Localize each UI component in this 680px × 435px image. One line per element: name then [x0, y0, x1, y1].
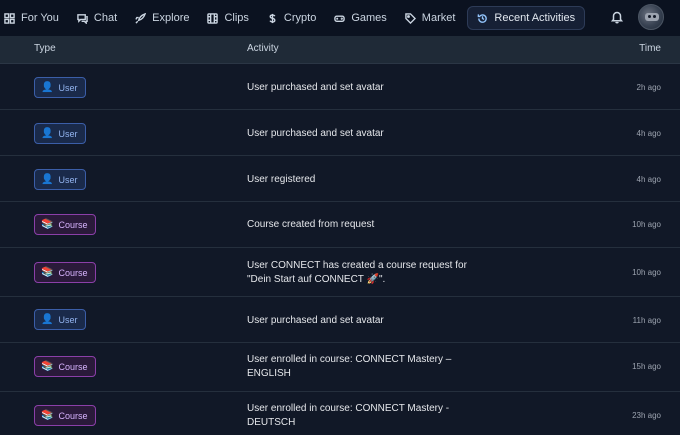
activity-text: User purchased and set avatar [247, 128, 384, 139]
activity-text: User CONNECT has created a course reques… [247, 260, 467, 285]
activity-text: User enrolled in course: CONNECT Mastery… [247, 354, 452, 379]
books-icon: 📚 [41, 360, 54, 372]
badge-label: User [58, 82, 78, 93]
table-row: 👤 User User purchased and set avatar 4h … [0, 110, 680, 156]
rocket-icon [135, 12, 147, 24]
tag-icon [405, 12, 416, 24]
time-text: 10h ago [632, 220, 661, 229]
table-row: 📚 Course User enrolled in course: CONNEC… [0, 343, 680, 392]
activity-text: User purchased and set avatar [247, 82, 384, 93]
badge-label: Course [58, 361, 88, 372]
badge-label: Course [58, 267, 88, 278]
table-row: 👤 User User purchased and set avatar 11h… [0, 297, 680, 343]
nav-label: Explore [152, 12, 190, 24]
badge-label: Course [58, 410, 88, 421]
table-row: 📚 Course Course created from request 10h… [0, 202, 680, 248]
activity-text: User purchased and set avatar [247, 315, 384, 326]
badge-label: User [58, 314, 78, 325]
nav-tabs: For You Chat Explore Clips Crypto Games … [0, 0, 586, 36]
table-row: 📚 Course User enrolled in course: CONNEC… [0, 392, 680, 435]
history-icon [477, 13, 488, 24]
header-type: Type [34, 43, 56, 54]
nav-explore[interactable]: Explore [126, 6, 198, 30]
user-icon: 👤 [41, 127, 54, 139]
activity-text: User registered [247, 174, 316, 185]
activity-text: Course created from request [247, 219, 375, 230]
nav-crypto[interactable]: Crypto [258, 6, 325, 30]
time-text: 4h ago [636, 175, 661, 184]
time-text: 2h ago [636, 83, 661, 92]
books-icon: 📚 [41, 409, 54, 421]
type-badge-user[interactable]: 👤 User [34, 77, 87, 98]
type-badge-user[interactable]: 👤 User [34, 123, 87, 144]
nav-label: Market [421, 12, 456, 24]
dollar-icon [267, 13, 278, 24]
nav-label: Games [351, 12, 387, 24]
user-icon: 👤 [41, 81, 54, 93]
nav-label: For You [21, 12, 59, 24]
avatar-eye [648, 15, 651, 18]
books-icon: 📚 [41, 266, 54, 278]
books-icon: 📚 [41, 218, 54, 230]
badge-label: User [58, 128, 78, 139]
avatar-eye [653, 15, 656, 18]
type-badge-course[interactable]: 📚 Course [34, 262, 97, 283]
table-row: 👤 User User purchased and set avatar 2h … [0, 64, 680, 110]
time-text: 10h ago [632, 268, 661, 277]
nav-label: Chat [93, 12, 118, 24]
time-text: 11h ago [632, 316, 661, 325]
type-badge-course[interactable]: 📚 Course [34, 214, 97, 235]
header-activity: Activity [247, 43, 279, 54]
time-text: 4h ago [636, 129, 661, 138]
time-text: 15h ago [632, 362, 661, 371]
type-badge-user[interactable]: 👤 User [34, 309, 87, 330]
top-navigation-bar: For You Chat Explore Clips Crypto Games … [0, 0, 680, 36]
badge-label: User [58, 174, 78, 185]
table-header: Type Activity Time [0, 36, 680, 64]
user-avatar[interactable] [638, 4, 664, 30]
type-badge-course[interactable]: 📚 Course [34, 356, 97, 377]
nav-label: Clips [224, 12, 249, 24]
notification-bell-icon[interactable] [610, 10, 624, 24]
nav-recent-activities[interactable]: Recent Activities [467, 6, 586, 30]
type-badge-course[interactable]: 📚 Course [34, 405, 97, 426]
user-icon: 👤 [41, 313, 54, 325]
chat-icon [77, 13, 88, 24]
table-row: 📚 Course User CONNECT has created a cour… [0, 248, 680, 297]
gamepad-icon [334, 13, 346, 24]
nav-clips[interactable]: Clips [198, 6, 257, 30]
header-time: Time [639, 43, 661, 54]
grid-icon [4, 12, 15, 24]
film-icon [207, 12, 219, 24]
nav-chat[interactable]: Chat [68, 6, 126, 30]
nav-market[interactable]: Market [396, 6, 465, 30]
badge-label: Course [58, 219, 88, 230]
type-badge-user[interactable]: 👤 User [34, 169, 87, 190]
nav-for-you[interactable]: For You [0, 6, 68, 30]
nav-label: Recent Activities [494, 12, 576, 24]
activity-table-body: 👤 User User purchased and set avatar 2h … [0, 64, 680, 435]
nav-label: Crypto [283, 12, 317, 24]
nav-games[interactable]: Games [325, 6, 395, 30]
activity-text: User enrolled in course: CONNECT Mastery… [247, 403, 450, 428]
user-icon: 👤 [41, 173, 54, 185]
time-text: 23h ago [632, 411, 661, 420]
table-row: 👤 User User registered 4h ago [0, 156, 680, 202]
